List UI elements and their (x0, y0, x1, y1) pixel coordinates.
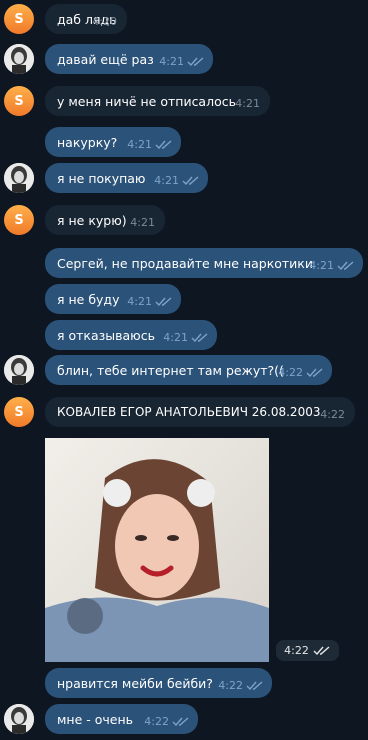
message-text: давай ещё раз (57, 51, 154, 67)
message-bubble[interactable]: КОВАЛЕВ ЕГОР АНАТОЛЬЕВИЧ 26.08.2003 4:22 (45, 397, 355, 427)
message-time: 4:21 (235, 97, 260, 110)
message-time: 4:20 (92, 15, 117, 28)
message-bubble[interactable]: нравится мейби бейби? 4:22 (45, 668, 272, 698)
photo-timestamp: 4:22 (276, 640, 339, 661)
message-text: я не курю) (57, 212, 127, 228)
message-bubble[interactable]: блин, тебе интернет там режут?(( 4:22 (45, 355, 332, 385)
message-bubble[interactable]: у меня ничё не отписалось 4:21 (45, 86, 270, 116)
message-bubble[interactable]: даб лядь 4:20 (45, 4, 127, 34)
double-check-icon (155, 296, 172, 306)
avatar[interactable] (4, 704, 34, 734)
profile-photo-icon (4, 355, 34, 385)
message-time: 4:22 (218, 679, 264, 692)
avatar[interactable]: S (4, 4, 34, 34)
profile-photo-icon (4, 704, 34, 734)
message-bubble[interactable]: я не курю) 4:21 (45, 205, 165, 235)
message-time: 4:21 (130, 216, 155, 229)
double-check-icon (313, 645, 330, 655)
message-text: я не покупаю (57, 170, 146, 186)
avatar[interactable] (4, 163, 34, 193)
message-text: мне - очень (57, 711, 134, 727)
message-time: 4:21 (159, 55, 205, 68)
avatar[interactable]: S (4, 397, 34, 427)
message-text: блин, тебе интернет там режут?(( (57, 362, 284, 378)
message-time: 4:21 (154, 174, 200, 187)
message-text: Сергей, не продавайте мне наркотики (57, 255, 313, 271)
double-check-icon (306, 367, 323, 377)
message-bubble[interactable]: Сергей, не продавайте мне наркотики 4:21 (45, 248, 363, 278)
double-check-icon (155, 139, 172, 149)
message-bubble[interactable]: я не буду 4:21 (45, 284, 181, 314)
message-bubble[interactable]: я не покупаю 4:21 (45, 163, 208, 193)
avatar[interactable] (4, 44, 34, 74)
double-check-icon (172, 716, 189, 726)
profile-photo-icon (4, 163, 34, 193)
message-text: я не буду (57, 291, 120, 307)
photo-attachment[interactable] (45, 438, 269, 662)
message-time: 4:21 (127, 138, 173, 151)
double-check-icon (337, 260, 354, 270)
avatar[interactable] (4, 355, 34, 385)
message-time: 4:22 (278, 366, 324, 379)
message-time: 4:21 (163, 331, 209, 344)
message-text: нравится мейби бейби? (57, 675, 213, 691)
double-check-icon (182, 175, 199, 185)
message-text: у меня ничё не отписалось (57, 93, 236, 109)
avatar[interactable]: S (4, 86, 34, 116)
message-bubble[interactable]: я отказываюсь 4:21 (45, 320, 217, 350)
message-time: 4:22 (320, 408, 345, 421)
message-bubble[interactable]: давай ещё раз 4:21 (45, 44, 213, 74)
avatar[interactable]: S (4, 205, 34, 235)
message-time: 4:21 (127, 295, 173, 308)
double-check-icon (187, 56, 204, 66)
double-check-icon (246, 680, 263, 690)
message-time: 4:22 (144, 715, 190, 728)
message-text: накурку? (57, 134, 118, 150)
message-text: КОВАЛЕВ ЕГОР АНАТОЛЬЕВИЧ 26.08.2003 (57, 405, 321, 419)
message-text: я отказываюсь (57, 327, 155, 343)
message-bubble[interactable]: накурку? 4:21 (45, 127, 181, 157)
double-check-icon (191, 332, 208, 342)
message-bubble[interactable]: мне - очень 4:22 (45, 704, 198, 734)
profile-photo-icon (4, 44, 34, 74)
selfie-photo (45, 438, 269, 662)
message-time: 4:21 (309, 259, 355, 272)
